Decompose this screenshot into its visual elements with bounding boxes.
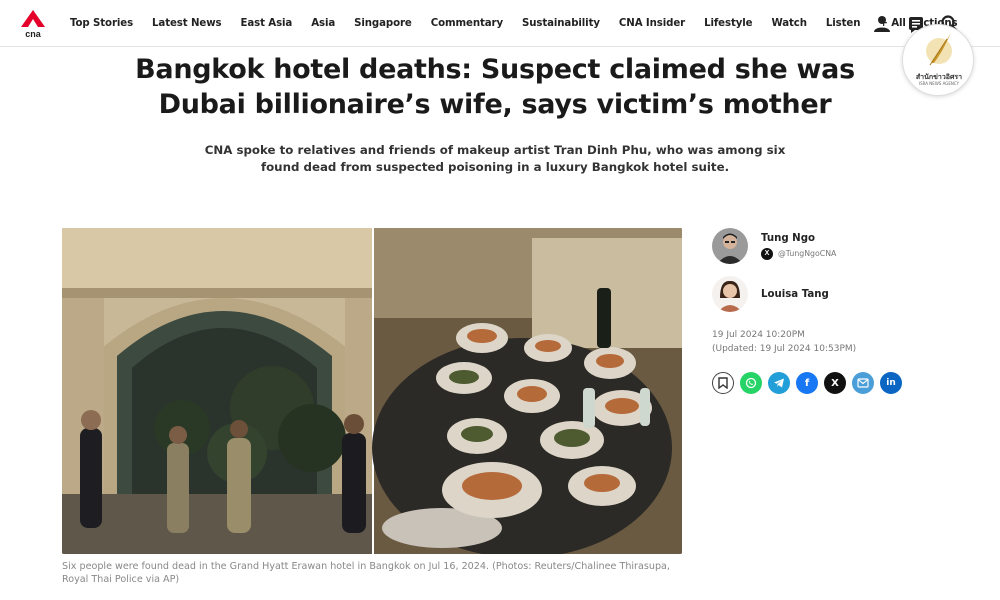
hero-photo[interactable] [62,228,682,554]
photo-caption: Six people were found dead in the Grand … [62,561,670,585]
top-nav: cna Top Stories Latest News East Asia As… [0,0,1000,47]
author-name[interactable]: Louisa Tang [761,289,829,300]
published-date: 19 Jul 2024 10:20PM [712,330,805,340]
linkedin-icon[interactable]: in [880,372,902,394]
x-icon: X [761,247,773,260]
bookmark-icon[interactable] [712,372,734,394]
user-icon[interactable] [872,14,892,34]
facebook-icon[interactable]: f [796,372,818,394]
quill-icon [926,33,952,66]
hotel-entrance-photo [62,228,372,554]
nav-item-sustainability[interactable]: Sustainability [522,18,600,29]
cna-logo[interactable]: cna [21,10,45,38]
hotel-suite-table-photo [372,228,682,554]
isra-news-watermark: สำนักข่าวอิศรา ISRA NEWS AGENCY [902,24,974,96]
nav-item-watch[interactable]: Watch [771,18,807,29]
section-nav: Top Stories Latest News East Asia Asia S… [70,0,976,47]
author-tung-ngo[interactable]: Tung Ngo X @TungNgoCNA [712,228,836,264]
updated-date: (Updated: 19 Jul 2024 10:53PM) [712,344,857,354]
svg-text:cna: cna [25,29,42,38]
nav-item-commentary[interactable]: Commentary [431,18,503,29]
avatar [712,276,748,312]
nav-item-cna-insider[interactable]: CNA Insider [619,18,685,29]
email-icon[interactable] [852,372,874,394]
article-headline: Bangkok hotel deaths: Suspect claimed sh… [135,54,855,120]
nav-item-top-stories[interactable]: Top Stories [70,18,133,29]
author-louisa-tang[interactable]: Louisa Tang [712,276,829,312]
author-handle[interactable]: @TungNgoCNA [778,249,836,258]
telegram-icon[interactable] [768,372,790,394]
nav-item-latest-news[interactable]: Latest News [152,18,222,29]
article-standfirst: CNA spoke to relatives and friends of ma… [204,143,786,174]
share-bar: f X in [712,372,902,394]
publish-dates: 19 Jul 2024 10:20PM (Updated: 19 Jul 202… [712,328,856,356]
author-name[interactable]: Tung Ngo [761,233,836,244]
badge-english-name: ISRA NEWS AGENCY [918,81,960,86]
nav-item-lifestyle[interactable]: Lifestyle [704,18,753,29]
x-icon[interactable]: X [824,372,846,394]
nav-item-east-asia[interactable]: East Asia [240,18,292,29]
whatsapp-icon[interactable] [740,372,762,394]
avatar [712,228,748,264]
nav-item-asia[interactable]: Asia [311,18,335,29]
nav-item-listen[interactable]: Listen [826,18,861,29]
nav-item-singapore[interactable]: Singapore [354,18,412,29]
